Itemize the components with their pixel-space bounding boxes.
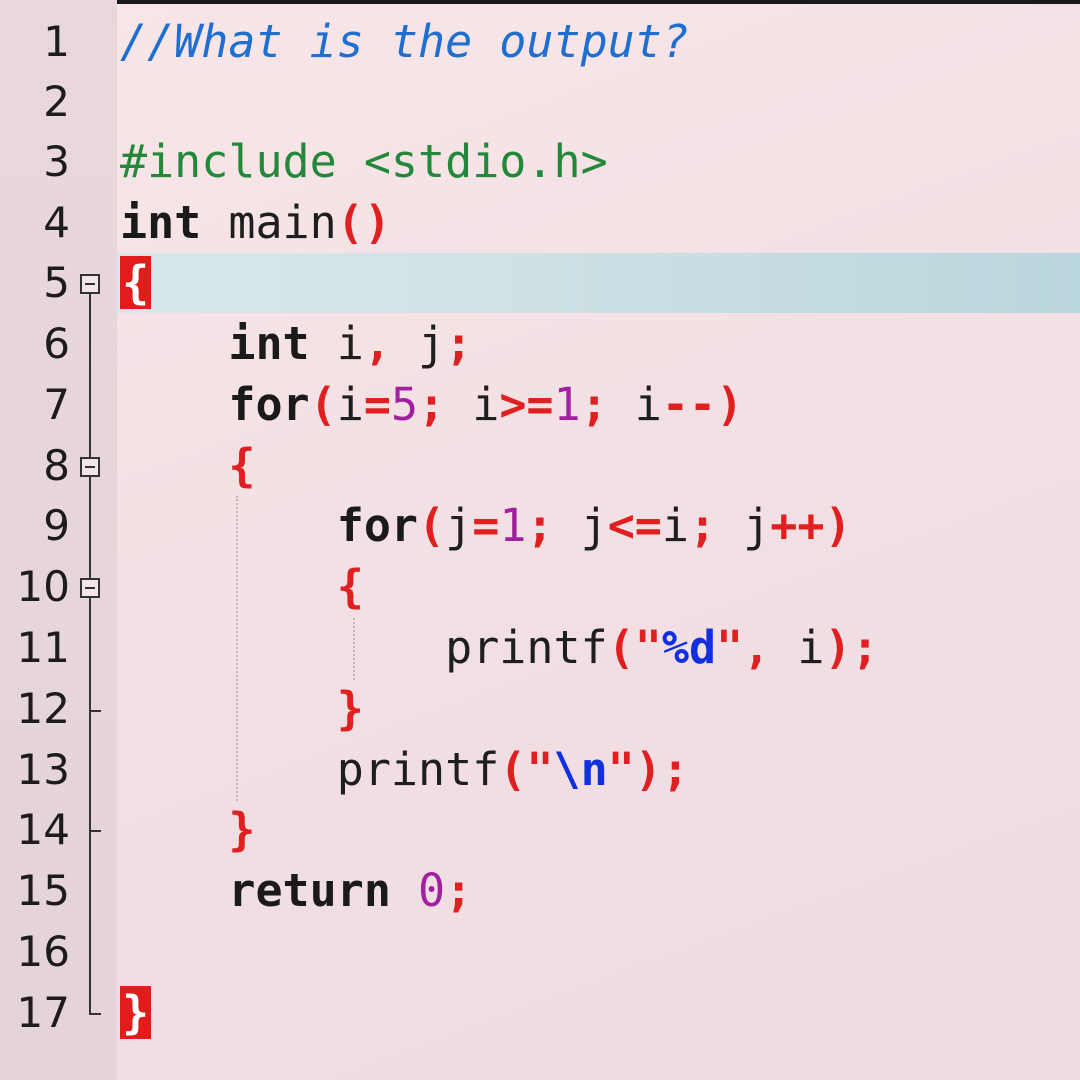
line-number: 10: [16, 562, 70, 611]
line-number: 11: [16, 623, 70, 672]
line-number: 9: [43, 501, 70, 550]
fold-end-tick: [89, 1013, 101, 1015]
code-line: int i, j;: [228, 317, 473, 370]
fold-end-tick: [89, 710, 101, 712]
line-number: 13: [16, 745, 70, 794]
code-line: {: [336, 560, 364, 613]
code-line: for(j=1; j<=i; j++): [336, 499, 852, 552]
line-number: 12: [16, 684, 70, 733]
code-line: return 0;: [228, 864, 473, 917]
code-line: }: [228, 803, 256, 856]
line-number: 15: [16, 866, 70, 915]
line-number: 1: [43, 17, 70, 66]
code-line: }: [120, 986, 152, 1039]
line-number: 7: [43, 380, 70, 429]
code-line: }: [336, 682, 364, 735]
code-line: int main(): [120, 196, 391, 249]
fold-collapse-icon[interactable]: [80, 457, 100, 477]
fold-collapse-icon[interactable]: [80, 578, 100, 598]
fold-line: [89, 294, 91, 1014]
code-line: {: [120, 256, 152, 309]
window-top-border: [0, 0, 1080, 4]
code-line: #include <stdio.h>: [120, 135, 608, 188]
fold-collapse-icon[interactable]: [80, 274, 100, 294]
code-line: for(i=5; i>=1; i--): [228, 378, 744, 431]
code-line: {: [228, 439, 256, 492]
line-number: 5: [43, 258, 70, 307]
line-number: 14: [16, 805, 70, 854]
fold-end-tick: [89, 830, 101, 832]
line-number: 6: [43, 319, 70, 368]
line-number: 8: [43, 441, 70, 490]
line-number: 2: [43, 77, 70, 126]
code-editor[interactable]: 1 2 3 4 5 6 7 8 9 10 11 12 13 14 15 16 1…: [0, 0, 1080, 1080]
line-number: 3: [43, 137, 70, 186]
code-line: printf("\n");: [120, 743, 689, 796]
line-number: 4: [43, 198, 70, 247]
current-line-highlight: [117, 253, 1080, 313]
code-line: printf("%d", i);: [120, 621, 879, 674]
line-number: 17: [16, 988, 70, 1037]
code-line: //What is the output?: [120, 15, 689, 68]
line-number: 16: [16, 927, 70, 976]
